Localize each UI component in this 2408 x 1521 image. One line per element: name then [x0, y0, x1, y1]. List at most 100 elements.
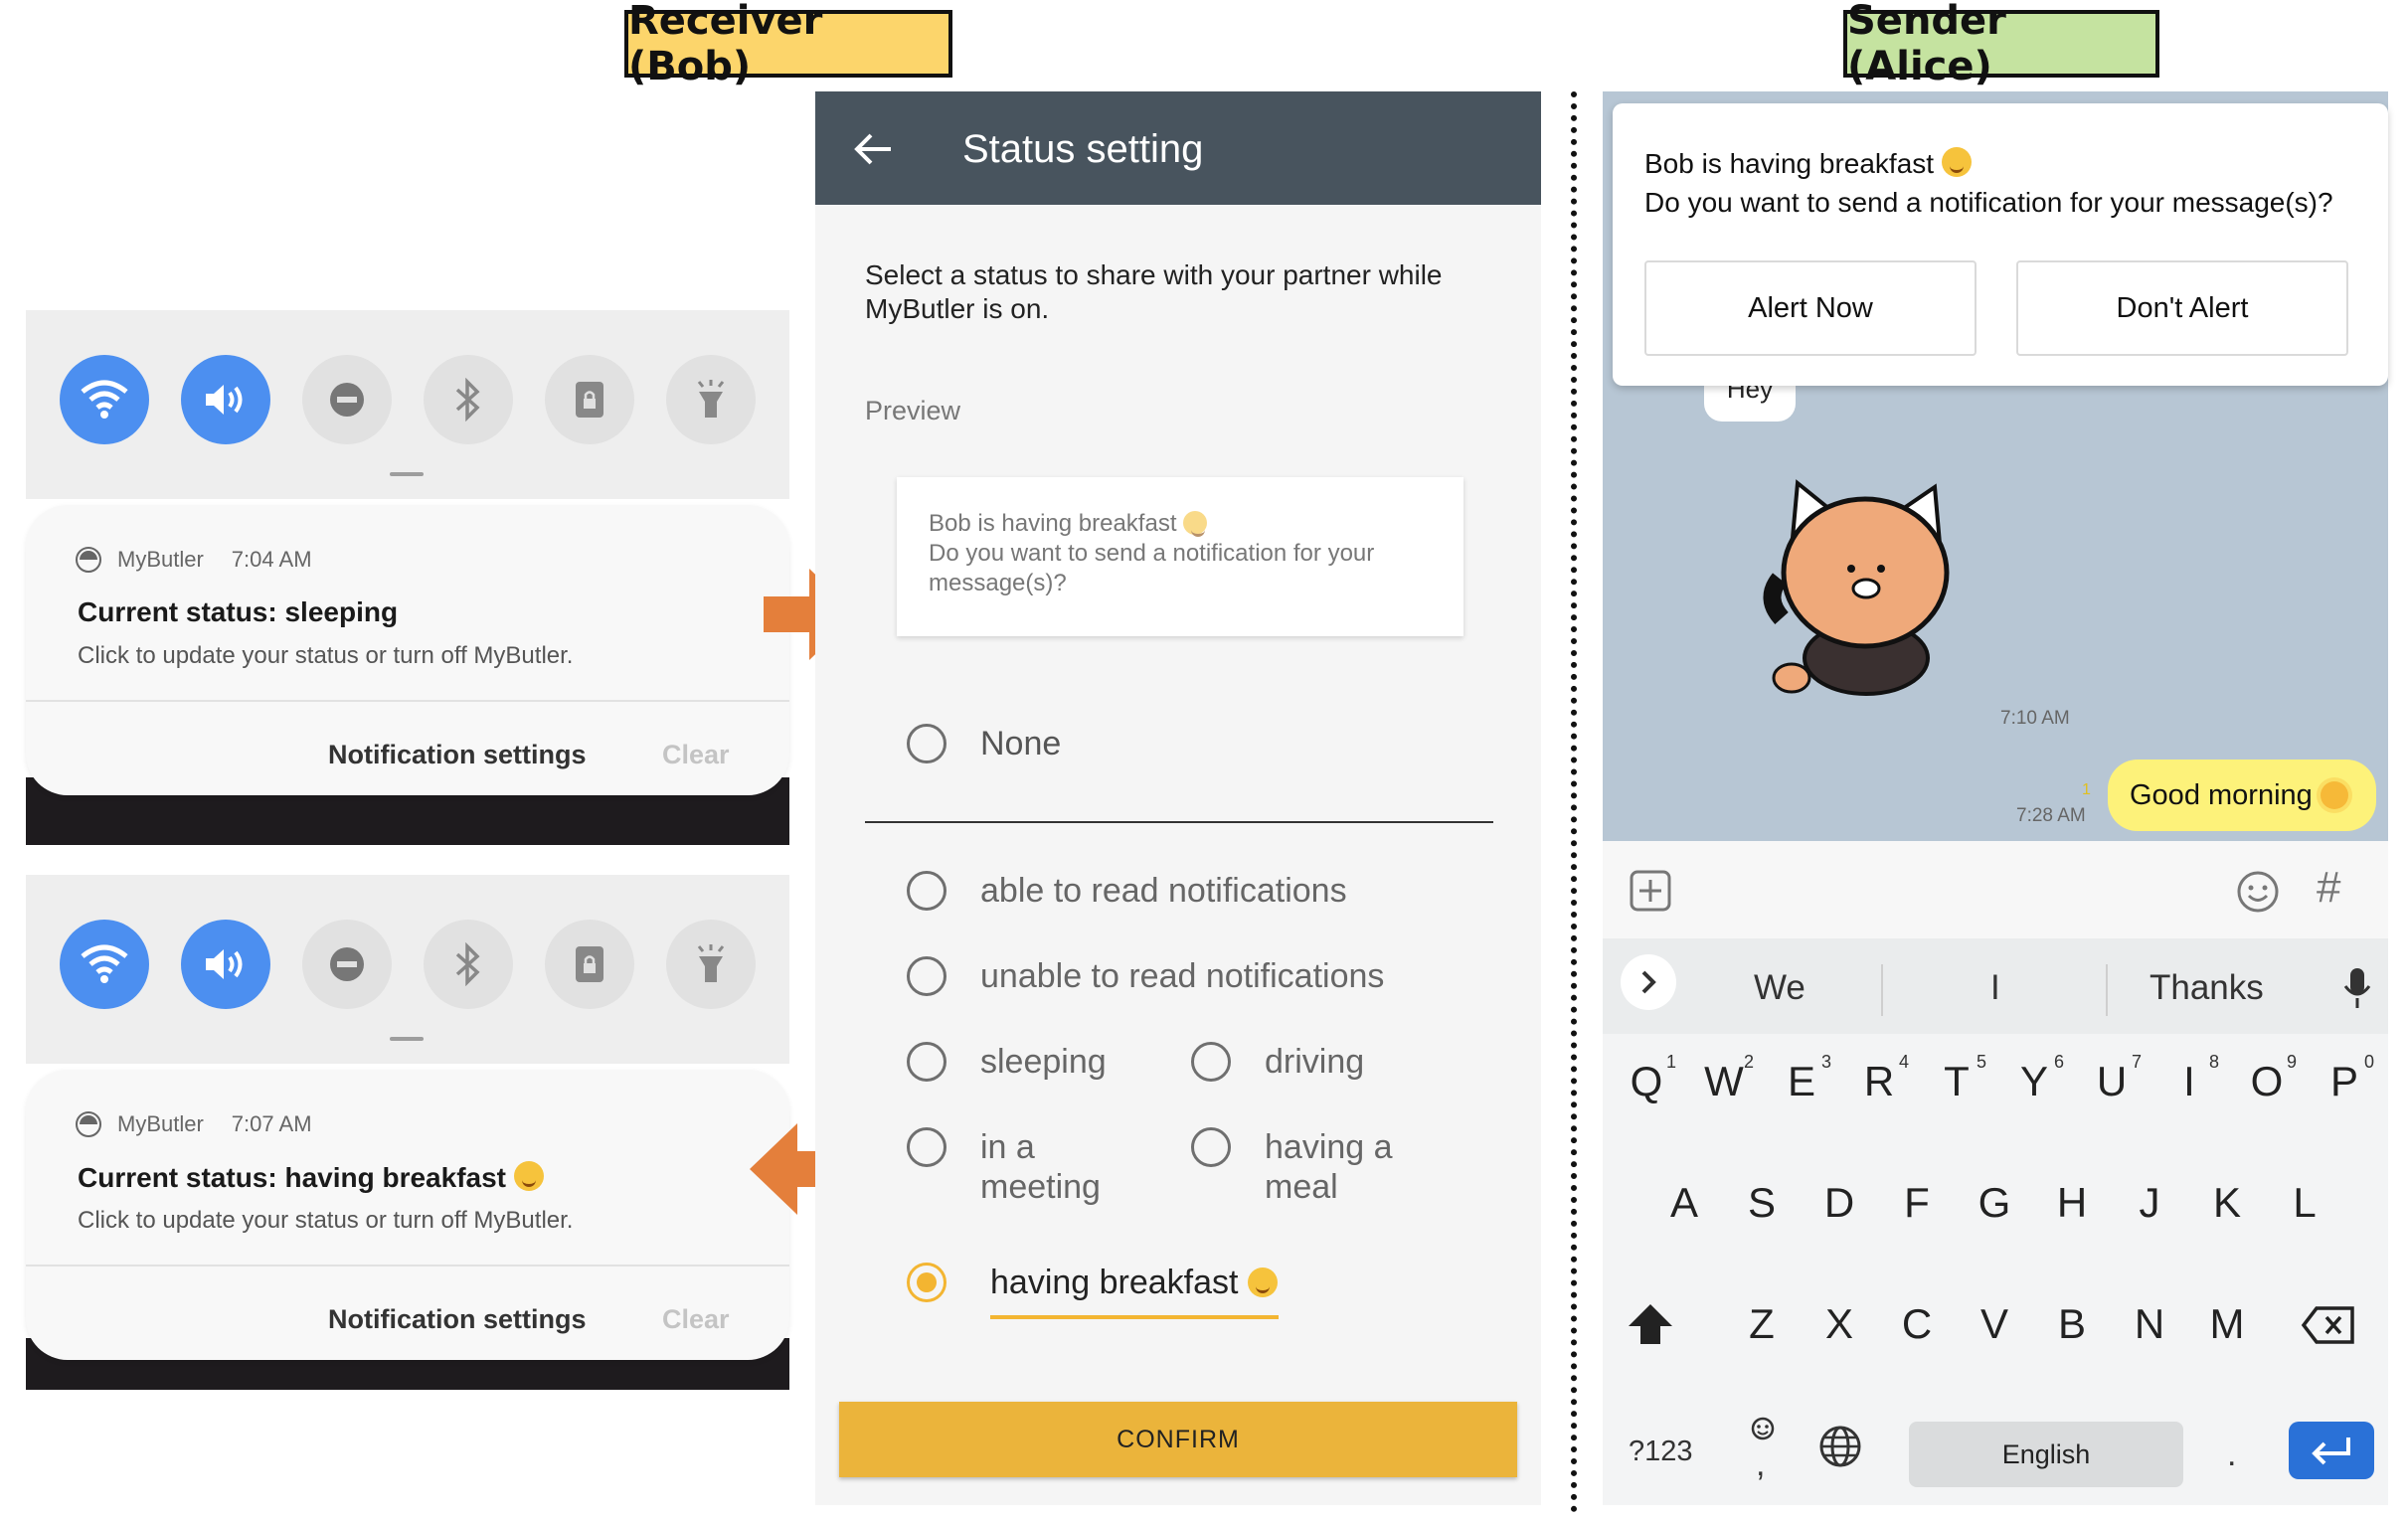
- microphone-icon[interactable]: [2342, 966, 2372, 1010]
- option-meeting-line-2: meeting: [980, 1168, 1101, 1206]
- notification-card-2[interactable]: MyButler 7:07 AM Current status: having …: [26, 1070, 789, 1360]
- key-u[interactable]: U: [2082, 1058, 2142, 1105]
- option-driving-label: driving: [1265, 1043, 1365, 1081]
- divider: [2106, 964, 2108, 1016]
- sent-message-bubble: Good morning: [2108, 760, 2376, 831]
- key-i[interactable]: I: [2159, 1058, 2219, 1105]
- clear-button[interactable]: Clear: [662, 740, 730, 770]
- alert-now-button[interactable]: Alert Now: [1644, 260, 1977, 356]
- enter-key[interactable]: [2289, 1422, 2374, 1479]
- quick-settings-bar: [26, 875, 789, 1064]
- option-breakfast-text: having breakfast: [990, 1264, 1239, 1301]
- radio-having-breakfast[interactable]: [907, 1263, 946, 1302]
- emoji-key-icon[interactable]: [1750, 1416, 1776, 1441]
- option-breakfast-label[interactable]: having breakfast: [990, 1263, 1278, 1302]
- suggestion-word[interactable]: Thanks: [2150, 968, 2264, 1008]
- notification-card-1[interactable]: MyButler 7:04 AM Current status: sleepin…: [26, 505, 789, 795]
- radio-in-a-meeting[interactable]: [907, 1127, 946, 1167]
- key-f[interactable]: F: [1887, 1179, 1947, 1227]
- notification-settings-button[interactable]: Notification settings: [328, 1304, 587, 1335]
- key-d[interactable]: D: [1809, 1179, 1869, 1227]
- key-e[interactable]: E: [1772, 1058, 1831, 1105]
- notification-title: Current status: having breakfast: [78, 1161, 544, 1194]
- key-x[interactable]: X: [1809, 1300, 1869, 1348]
- option-able-label: able to read notifications: [980, 872, 1347, 910]
- key-g[interactable]: G: [1965, 1179, 2024, 1227]
- quick-panel-1: MyButler 7:04 AM Current status: sleepin…: [26, 310, 789, 845]
- shift-icon[interactable]: [1627, 1302, 1674, 1346]
- notification-settings-button[interactable]: Notification settings: [328, 740, 587, 770]
- key-q[interactable]: Q: [1617, 1058, 1676, 1105]
- wifi-icon[interactable]: [60, 355, 149, 444]
- space-key[interactable]: English: [1909, 1422, 2183, 1487]
- panel-handle[interactable]: [390, 1037, 424, 1041]
- volume-icon[interactable]: [181, 355, 270, 444]
- key-b[interactable]: B: [2042, 1300, 2102, 1348]
- notification-body: Click to update your status or turn off …: [78, 1207, 574, 1234]
- key-h[interactable]: H: [2042, 1179, 2102, 1227]
- suggestion-word[interactable]: I: [1990, 968, 2000, 1008]
- key-p[interactable]: P: [2315, 1058, 2374, 1105]
- comma-key[interactable]: ,: [1756, 1445, 1765, 1484]
- yum-emoji-icon: [1941, 147, 1972, 177]
- panel-handle[interactable]: [390, 472, 424, 476]
- back-arrow-icon[interactable]: [851, 127, 895, 171]
- yum-emoji-icon: [1247, 1268, 1278, 1297]
- preview-text: Bob is having breakfast Do you want to s…: [929, 509, 1446, 598]
- key-v[interactable]: V: [1965, 1300, 2024, 1348]
- notification-title: Current status: sleeping: [78, 596, 399, 627]
- chevron-right-icon[interactable]: [1619, 952, 1678, 1012]
- notification-time: 7:04 AM: [231, 547, 312, 572]
- option-sleeping-label: sleeping: [980, 1043, 1107, 1081]
- key-c[interactable]: C: [1887, 1300, 1947, 1348]
- backspace-icon[interactable]: [2301, 1304, 2356, 1346]
- radio-having-a-meal[interactable]: [1191, 1127, 1231, 1167]
- key-y[interactable]: Y: [2004, 1058, 2064, 1105]
- do-not-disturb-icon[interactable]: [302, 920, 392, 1009]
- key-a[interactable]: A: [1654, 1179, 1714, 1227]
- bluetooth-icon[interactable]: [424, 355, 513, 444]
- key-o[interactable]: O: [2237, 1058, 2297, 1105]
- dont-alert-button[interactable]: Don't Alert: [2016, 260, 2348, 356]
- app-bar: Status setting: [815, 91, 1541, 205]
- radio-none[interactable]: [907, 724, 946, 763]
- wifi-icon[interactable]: [60, 920, 149, 1009]
- preview-line-1: Bob is having breakfast: [929, 510, 1177, 537]
- do-not-disturb-icon[interactable]: [302, 355, 392, 444]
- alert-question: Do you want to send a notification for y…: [1644, 187, 2333, 218]
- volume-icon[interactable]: [181, 920, 270, 1009]
- flashlight-icon[interactable]: [666, 355, 756, 444]
- radio-sleeping[interactable]: [907, 1042, 946, 1082]
- radio-able-to-read[interactable]: [907, 871, 946, 911]
- clear-button[interactable]: Clear: [662, 1304, 730, 1335]
- key-z[interactable]: Z: [1732, 1300, 1792, 1348]
- flashlight-icon[interactable]: [666, 920, 756, 1009]
- radio-unable-to-read[interactable]: [907, 956, 946, 996]
- key-j[interactable]: J: [2120, 1179, 2179, 1227]
- emoji-icon[interactable]: [2235, 869, 2281, 915]
- radio-driving[interactable]: [1191, 1042, 1231, 1082]
- key-n[interactable]: N: [2120, 1300, 2179, 1348]
- bluetooth-icon[interactable]: [424, 920, 513, 1009]
- key-t[interactable]: T: [1927, 1058, 1986, 1105]
- rotation-lock-icon[interactable]: [545, 920, 634, 1009]
- cat-sticker-image: [1763, 479, 1950, 696]
- option-meal-label: having a meal: [1265, 1127, 1393, 1207]
- period-key[interactable]: .: [2227, 1436, 2236, 1474]
- key-k[interactable]: K: [2197, 1179, 2257, 1227]
- symbols-key[interactable]: ?123: [1629, 1436, 1693, 1468]
- globe-icon[interactable]: [1817, 1424, 1863, 1469]
- notification-time: 7:07 AM: [231, 1111, 312, 1136]
- key-r[interactable]: R: [1849, 1058, 1909, 1105]
- sent-message-text: Good morning: [2130, 778, 2313, 811]
- rotation-lock-icon[interactable]: [545, 355, 634, 444]
- key-w[interactable]: W: [1694, 1058, 1754, 1105]
- suggestion-word[interactable]: We: [1754, 968, 1806, 1008]
- key-m[interactable]: M: [2197, 1300, 2257, 1348]
- add-attachment-icon[interactable]: [1629, 869, 1672, 913]
- key-s[interactable]: S: [1732, 1179, 1792, 1227]
- option-unable-label: unable to read notifications: [980, 957, 1385, 995]
- key-l[interactable]: L: [2275, 1179, 2334, 1227]
- hashtag-button[interactable]: #: [2317, 863, 2340, 913]
- confirm-button[interactable]: CONFIRM: [839, 1402, 1517, 1477]
